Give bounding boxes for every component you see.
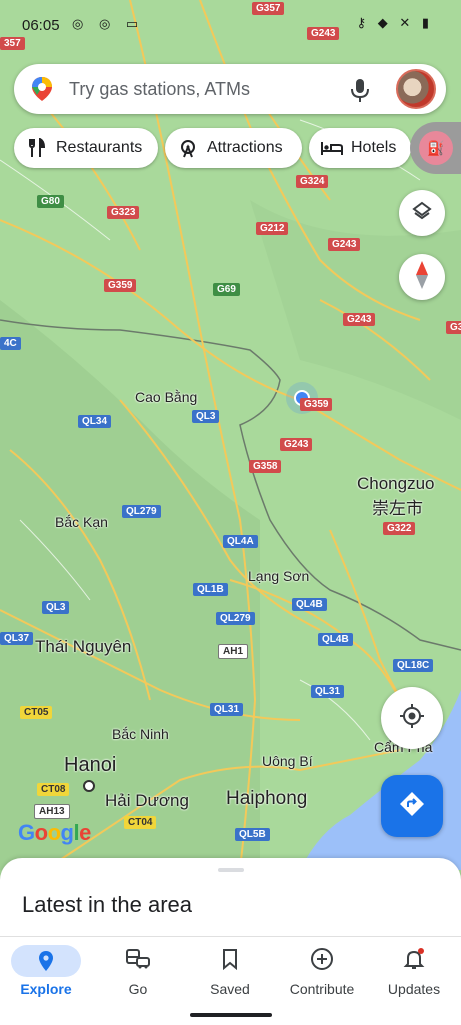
road-shield: QL34	[78, 415, 112, 428]
road-shield: QL4A	[223, 535, 258, 548]
road-shield: QL279	[122, 505, 161, 518]
chip-hotels[interactable]: Hotels	[309, 128, 411, 168]
nav-explore[interactable]: Explore	[0, 937, 92, 1017]
road-shield: QL4B	[292, 598, 327, 611]
chip-restaurants[interactable]: Restaurants	[14, 128, 158, 168]
status-bar: 06:05 ◎ ◎ ▭ ⚷ ◆ ✕ ▮	[0, 0, 461, 52]
city-label: Hải Dương	[105, 791, 189, 810]
add-circle-icon	[310, 947, 334, 976]
road-shield: CT08	[37, 783, 70, 796]
sheet-title: Latest in the area	[22, 892, 193, 917]
road-shield: G212	[256, 222, 289, 235]
road-shield: G243	[328, 238, 361, 251]
status-time: 06:05	[22, 17, 60, 34]
road-shield: G359	[300, 398, 333, 411]
layers-button[interactable]	[399, 190, 445, 236]
nav-saved[interactable]: Saved	[184, 937, 276, 1017]
city-label: Bắc Ninh	[112, 726, 169, 742]
chip-label: Restaurants	[56, 139, 143, 156]
category-chips: Restaurants Attractions Hotels	[14, 128, 461, 170]
directions-button[interactable]	[381, 775, 443, 837]
chip-attractions[interactable]: Attractions	[165, 128, 302, 168]
road-shield: QL5B	[235, 828, 270, 841]
road-shield: G358	[249, 460, 282, 473]
nav-label: Explore	[20, 981, 72, 997]
road-shield: G323	[107, 206, 140, 219]
road-shield: 4C	[0, 337, 21, 350]
sheet-drag-handle[interactable]	[218, 868, 244, 872]
city-label: 崇左市	[372, 499, 423, 518]
location-pin-icon	[11, 945, 81, 977]
my-location-button[interactable]	[381, 687, 443, 749]
road-shield: QL3	[42, 601, 70, 614]
road-shield: QL1B	[193, 583, 228, 596]
bottom-sheet[interactable]: Latest in the area	[0, 858, 461, 938]
road-shield: CT04	[124, 816, 157, 829]
nav-label: Contribute	[289, 981, 355, 997]
road-shield: G322	[383, 522, 416, 535]
road-shield: AH13	[34, 804, 70, 819]
nav-go[interactable]: Go	[92, 937, 184, 1017]
microphone-icon[interactable]	[350, 77, 370, 108]
google-logo: Google	[18, 820, 91, 845]
city-label: Lạng Sơn	[248, 568, 310, 584]
road-shield: AH1	[218, 644, 249, 659]
road-shield: G69	[213, 283, 240, 296]
road-shield: QL31	[311, 685, 345, 698]
gas-station-icon: ⛽	[419, 131, 453, 165]
city-label: Chongzuo	[357, 474, 435, 493]
home-indicator[interactable]	[190, 1013, 272, 1017]
city-label: Cao Bằng	[135, 389, 198, 405]
maps-pin-icon	[30, 76, 54, 107]
road-shield: G80	[37, 195, 64, 208]
fork-knife-icon	[26, 137, 48, 159]
compass-button[interactable]	[399, 254, 445, 300]
chip-label: Hotels	[351, 139, 397, 156]
ferris-wheel-icon	[177, 137, 199, 159]
system-status-icons: ⚷ ◆ ✕ ▮	[356, 15, 433, 30]
bell-icon	[402, 947, 426, 976]
road-shield: G243	[280, 438, 313, 451]
city-label: Haiphong	[226, 788, 308, 809]
nav-label: Updates	[387, 981, 441, 997]
search-bar[interactable]: Try gas stations, ATMs	[14, 64, 446, 114]
bed-icon	[321, 137, 343, 159]
bottom-navigation: Explore Go Saved Contribute Updates	[0, 936, 461, 1025]
city-label: Thái Nguyên	[35, 637, 132, 656]
crosshair-icon	[399, 703, 425, 734]
nav-updates[interactable]: Updates	[368, 937, 460, 1017]
road-shield: QL37	[0, 632, 34, 645]
layers-icon	[411, 200, 433, 227]
road-shield: QL279	[216, 612, 255, 625]
road-shield: G324	[296, 175, 329, 188]
road-shield: QL31	[210, 703, 244, 716]
commute-icon	[125, 948, 151, 975]
road-shield: QL18C	[393, 659, 434, 672]
avatar[interactable]	[396, 69, 436, 109]
chip-label: Attractions	[207, 139, 283, 156]
road-shield: G3	[446, 321, 461, 334]
city-label: Uông Bí	[262, 753, 313, 769]
road-shield: G359	[104, 279, 137, 292]
nav-label: Saved	[210, 981, 250, 997]
chip-more[interactable]: ⛽	[410, 122, 461, 174]
notification-icons: ◎ ◎ ▭	[72, 16, 145, 31]
directions-icon	[399, 791, 425, 822]
nav-label: Go	[128, 981, 148, 997]
city-label: Bắc Kạn	[55, 514, 108, 530]
road-shield: CT05	[20, 706, 53, 719]
nav-contribute[interactable]: Contribute	[276, 937, 368, 1017]
road-shield: G243	[343, 313, 376, 326]
road-shield: QL3	[192, 410, 220, 423]
city-label: Hanoi	[64, 754, 117, 776]
road-shield: QL4B	[318, 633, 353, 646]
bookmark-icon	[222, 948, 238, 975]
search-input[interactable]: Try gas stations, ATMs	[69, 79, 250, 100]
compass-icon	[415, 260, 429, 294]
